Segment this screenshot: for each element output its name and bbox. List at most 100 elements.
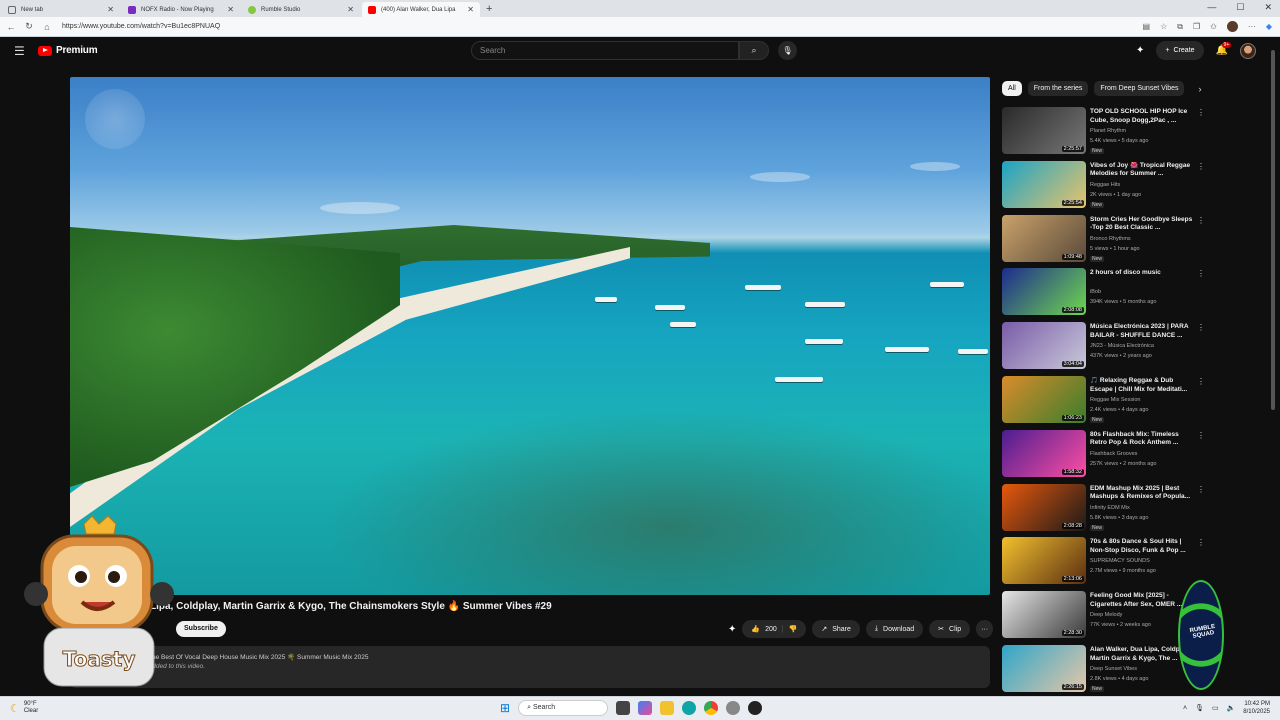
more-vert-icon[interactable]: ⋮	[1197, 216, 1205, 225]
create-button[interactable]: + Create	[1156, 41, 1204, 60]
close-icon[interactable]: ✕	[347, 5, 354, 14]
chip-from-series[interactable]: From the series	[1027, 81, 1089, 96]
channel-name[interactable]: JN23 - Música Electrónica	[1090, 343, 1154, 349]
chip-all[interactable]: All	[1002, 81, 1022, 96]
reader-icon[interactable]: ▤	[1143, 22, 1151, 31]
recommendation-item[interactable]: 2:25:57 TOP OLD SCHOOL HIP HOP Ice Cube, …	[1002, 107, 1205, 157]
channel-name[interactable]: Bronco Rhythms	[1090, 236, 1131, 242]
chip-channel[interactable]: From Deep Sunset Vibes	[1094, 81, 1185, 96]
more-actions-button[interactable]: ···	[976, 620, 994, 638]
thumbnail[interactable]: 2:25:54	[1002, 160, 1086, 208]
maximize-icon[interactable]: ☐	[1236, 2, 1244, 13]
windows-start-icon[interactable]: ⊞	[500, 701, 510, 715]
scrollbar[interactable]	[1271, 50, 1275, 410]
more-vert-icon[interactable]: ⋮	[1197, 485, 1205, 494]
edge-icon[interactable]	[682, 701, 697, 715]
recommendation-item[interactable]: 1:58:32 80s Flashback Mix: Timeless Retro…	[1002, 429, 1205, 480]
channel-name[interactable]: SUPREMACY SOUNDS	[1090, 558, 1150, 564]
download-button[interactable]: ⤓ Download	[865, 620, 924, 638]
thumbnail[interactable]: 2:26:15	[1002, 645, 1086, 692]
notifications-button[interactable]: 🔔 9+	[1216, 42, 1232, 56]
channel-name[interactable]: Reggae Hits	[1090, 182, 1120, 188]
thumbnail[interactable]: 2:08:28	[1002, 483, 1086, 531]
recommendation-title[interactable]: 2 hours of disco music	[1090, 269, 1194, 278]
recommendation-item[interactable]: 2:13:06 70s & 80s Dance & Soul Hits | Non…	[1002, 537, 1205, 587]
task-view-icon[interactable]	[616, 701, 631, 715]
youtube-logo[interactable]: Premium	[38, 45, 98, 56]
hamburger-menu-icon[interactable]: ☰	[14, 44, 25, 58]
recommendation-title[interactable]: 80s Flashback Mix: Timeless Retro Pop & …	[1090, 431, 1194, 448]
recommendation-item[interactable]: 2:08:08 2 hours of disco music iBob 394K vi…	[1002, 268, 1205, 318]
more-vert-icon[interactable]: ⋮	[1197, 323, 1205, 332]
channel-name[interactable]: Planet Rhythm	[1090, 128, 1126, 134]
close-icon[interactable]: ✕	[107, 5, 114, 14]
more-vert-icon[interactable]: ⋮	[1197, 538, 1205, 547]
settings-icon[interactable]	[726, 701, 741, 715]
thumbnail[interactable]: 3:04:04	[1002, 322, 1086, 370]
home-icon[interactable]: ⌂	[40, 22, 54, 32]
recommendation-title[interactable]: Vibes of Joy 🌺 Tropical Reggae Melodies …	[1090, 162, 1194, 179]
search-input[interactable]: Search	[471, 41, 739, 60]
thumbs-down-icon[interactable]: 👎	[789, 625, 798, 633]
channel-name[interactable]: Deep Melody	[1090, 612, 1122, 618]
close-icon[interactable]: ✕	[227, 5, 234, 14]
chevron-right-icon[interactable]: ›	[1198, 84, 1201, 94]
extensions-icon[interactable]: ⧉	[1177, 22, 1183, 32]
thumbnail[interactable]: 1:06:23	[1002, 376, 1086, 423]
tab-rumble-studio[interactable]: Rumble Studio ✕	[242, 2, 360, 17]
chevron-up-icon[interactable]: ˄	[1183, 705, 1187, 712]
recommendation-item[interactable]: 2:08:28 EDM Mashup Mix 2025 | Best Mashup…	[1002, 483, 1205, 534]
channel-name[interactable]: Flashback Grooves	[1090, 451, 1137, 457]
recommendation-title[interactable]: 70s & 80s Dance & Soul Hits | Non-Stop D…	[1090, 538, 1194, 555]
chrome-icon[interactable]	[704, 701, 719, 715]
recommendation-item[interactable]: 1:09:48 Storm Cries Her Goodbye Sleeps -T…	[1002, 214, 1205, 265]
recommendation-title[interactable]: Feeling Good Mix [2025] - Cigarettes Aft…	[1090, 592, 1194, 609]
back-icon[interactable]: ←	[4, 22, 18, 32]
sparkle-icon[interactable]: ✦	[1136, 45, 1144, 56]
collections-icon[interactable]: ❐	[1193, 22, 1200, 31]
tab-nofx-radio[interactable]: NOFX Radio - Now Playing ✕	[122, 2, 240, 17]
recommendation-title[interactable]: Storm Cries Her Goodbye Sleeps -Top 20 B…	[1090, 216, 1194, 233]
recommendation-item[interactable]: 1:06:23 🎵 Relaxing Reggae & Dub Escape | …	[1002, 376, 1205, 426]
channel-name[interactable]: Reggae Mix Session	[1090, 397, 1140, 403]
recommendation-item[interactable]: 2:25:54 Vibes of Joy 🌺 Tropical Reggae Me…	[1002, 160, 1205, 211]
voice-search-button[interactable]: 🎙	[778, 41, 797, 60]
recommendation-item[interactable]: 3:04:04 Música Electrónica 2023 | PARA BA…	[1002, 322, 1205, 372]
clip-button[interactable]: ✂ Clip	[929, 620, 971, 638]
mic-tray-icon[interactable]: 🎙	[1195, 704, 1204, 712]
profile-icon[interactable]	[1226, 21, 1238, 32]
thumbnail[interactable]: 1:58:32	[1002, 429, 1086, 477]
taskbar-search[interactable]: ⌕ Search	[518, 700, 609, 716]
tab-youtube-video[interactable]: (400) Alan Walker, Dua Lipa ✕	[362, 2, 480, 17]
thumbnail[interactable]: 2:13:06	[1002, 537, 1086, 585]
thumbnail[interactable]: 2:25:57	[1002, 107, 1086, 154]
more-vert-icon[interactable]: ⋮	[1197, 377, 1205, 386]
recommendation-title[interactable]: TOP OLD SCHOOL HIP HOP Ice Cube, Snoop D…	[1090, 108, 1194, 125]
thumbnail[interactable]: 1:09:48	[1002, 214, 1086, 262]
thumbnail[interactable]: 2:28:30	[1002, 591, 1086, 639]
more-vert-icon[interactable]: ⋮	[1197, 269, 1205, 278]
copilot-app-icon[interactable]	[638, 701, 653, 715]
thumbnail[interactable]: 2:08:08	[1002, 268, 1086, 316]
menu-icon[interactable]: ···	[1248, 22, 1256, 31]
tab-new-tab[interactable]: New tab ✕	[2, 2, 120, 17]
copilot-icon[interactable]: ◆	[1266, 22, 1272, 31]
refresh-icon[interactable]: ↻	[22, 21, 36, 32]
share-button[interactable]: ↗ Share	[812, 620, 860, 638]
more-vert-icon[interactable]: ⋮	[1197, 162, 1205, 171]
close-window-icon[interactable]: ✕	[1264, 2, 1272, 13]
new-tab-button[interactable]: +	[486, 2, 492, 17]
channel-name[interactable]: iBob	[1090, 289, 1101, 295]
weather-widget[interactable]: ☾ 90°F Clear	[10, 701, 38, 715]
avatar[interactable]	[1240, 42, 1256, 59]
ask-ai-icon[interactable]: ✦	[728, 624, 736, 635]
clock[interactable]: 10:42 PM 8/10/2025	[1243, 700, 1270, 716]
channel-name[interactable]: Infinity EDM Mix	[1090, 505, 1130, 511]
search-button[interactable]: ⌕	[739, 41, 769, 60]
recommendation-item[interactable]: 2:26:15 Alan Walker, Dua Lipa, Coldplay, …	[1002, 645, 1205, 695]
recommendation-title[interactable]: 🎵 Relaxing Reggae & Dub Escape | Chill M…	[1090, 377, 1194, 394]
url-field[interactable]: https://www.youtube.com/watch?v=Bu1ec8PN…	[62, 23, 220, 30]
close-icon[interactable]: ✕	[467, 5, 474, 14]
minimize-icon[interactable]: —	[1207, 2, 1216, 13]
volume-icon[interactable]: 🔈	[1227, 704, 1236, 712]
